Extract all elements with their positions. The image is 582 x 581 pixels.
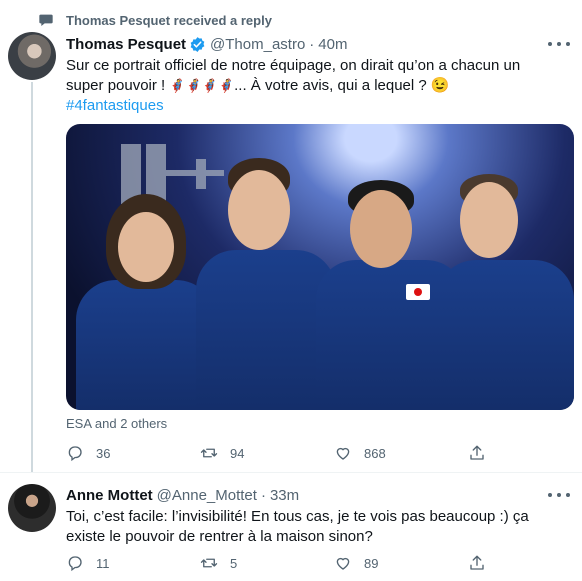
author-name[interactable]: Thomas Pesquet bbox=[66, 36, 186, 53]
context-text: Thomas Pesquet received a reply bbox=[66, 12, 272, 28]
retweet-button[interactable]: 94 bbox=[200, 444, 334, 462]
timestamp[interactable]: 40m bbox=[318, 36, 347, 53]
astronaut-2-face bbox=[228, 170, 290, 250]
reply-icon bbox=[68, 446, 82, 462]
crew-portrait-image[interactable] bbox=[66, 124, 574, 410]
photo-tags[interactable]: ESA and 2 others bbox=[66, 416, 167, 431]
reply-actions: 11 5 89 bbox=[66, 553, 582, 573]
verified-badge-icon bbox=[190, 36, 205, 52]
japan-flag-icon bbox=[406, 284, 430, 300]
share-button[interactable] bbox=[468, 554, 582, 572]
like-button[interactable]: 89 bbox=[334, 554, 468, 572]
tweet-line-2-start: super pouvoir ! bbox=[66, 77, 170, 94]
retweet-button[interactable]: 5 bbox=[200, 554, 334, 572]
like-button[interactable]: 868 bbox=[334, 444, 468, 462]
retweet-icon bbox=[200, 558, 218, 568]
share-icon bbox=[470, 445, 484, 460]
divider bbox=[0, 472, 582, 473]
tweet-line-1: Sur ce portrait officiel de notre équipa… bbox=[66, 57, 521, 74]
reply-header: Anne Mottet @Anne_Mottet · 33m bbox=[66, 484, 299, 506]
retweet-icon bbox=[200, 448, 218, 458]
reply-count: 36 bbox=[96, 445, 111, 461]
more-options-icon[interactable] bbox=[548, 487, 570, 503]
tweet-header: Thomas Pesquet @Thom_astro · 40m bbox=[66, 33, 347, 55]
reply-line-2: existe le pouvoir de rentrer à la maison… bbox=[66, 528, 373, 545]
heart-icon bbox=[336, 557, 350, 570]
astronaut-4-face bbox=[460, 182, 518, 258]
tweet-actions: 36 94 868 bbox=[66, 443, 582, 463]
tweet-line-2: super pouvoir ! 🦸🦸🦸🦸... À votre avis, qu… bbox=[66, 76, 520, 96]
separator: · bbox=[260, 486, 266, 504]
reply-icon bbox=[68, 556, 82, 572]
retweet-count: 5 bbox=[230, 555, 238, 571]
retweet-count: 94 bbox=[230, 445, 245, 461]
more-options-icon[interactable] bbox=[548, 36, 570, 52]
reply-line-1: Toi, c’est facile: l’invisibilité! En to… bbox=[66, 508, 529, 525]
superhero-emoji-icons: 🦸🦸🦸🦸 bbox=[169, 78, 235, 93]
reply-count: 11 bbox=[96, 555, 110, 571]
astronaut-4-suit bbox=[436, 260, 574, 410]
separator: · bbox=[309, 35, 315, 53]
astronaut-1-suit bbox=[76, 280, 216, 410]
author-name[interactable]: Anne Mottet bbox=[66, 487, 153, 504]
reply-text: Toi, c’est facile: l’invisibilité! En to… bbox=[66, 507, 529, 547]
like-count: 89 bbox=[364, 555, 379, 571]
reply-button[interactable]: 11 bbox=[66, 554, 200, 572]
astronaut-1-face bbox=[118, 212, 174, 282]
share-icon bbox=[470, 555, 484, 570]
speech-bubble-icon bbox=[39, 14, 53, 26]
tweet-text: Sur ce portrait officiel de notre équipa… bbox=[66, 56, 520, 116]
avatar[interactable] bbox=[8, 32, 56, 80]
author-handle[interactable]: @Anne_Mottet bbox=[157, 487, 257, 504]
reply-context: Thomas Pesquet received a reply bbox=[38, 10, 272, 30]
tweet-line-2-end: ... À votre avis, qui a lequel ? 😉 bbox=[234, 77, 450, 94]
timestamp[interactable]: 33m bbox=[270, 487, 299, 504]
reply-button[interactable]: 36 bbox=[66, 444, 200, 462]
hashtag-link[interactable]: #4fantastiques bbox=[66, 96, 520, 116]
avatar[interactable] bbox=[8, 484, 56, 532]
share-button[interactable] bbox=[468, 444, 582, 462]
astronaut-2-suit bbox=[196, 250, 336, 410]
heart-icon bbox=[336, 447, 350, 460]
like-count: 868 bbox=[364, 445, 386, 461]
author-handle[interactable]: @Thom_astro bbox=[210, 36, 305, 53]
thread-line bbox=[31, 82, 33, 472]
astronaut-3-face bbox=[350, 190, 412, 268]
